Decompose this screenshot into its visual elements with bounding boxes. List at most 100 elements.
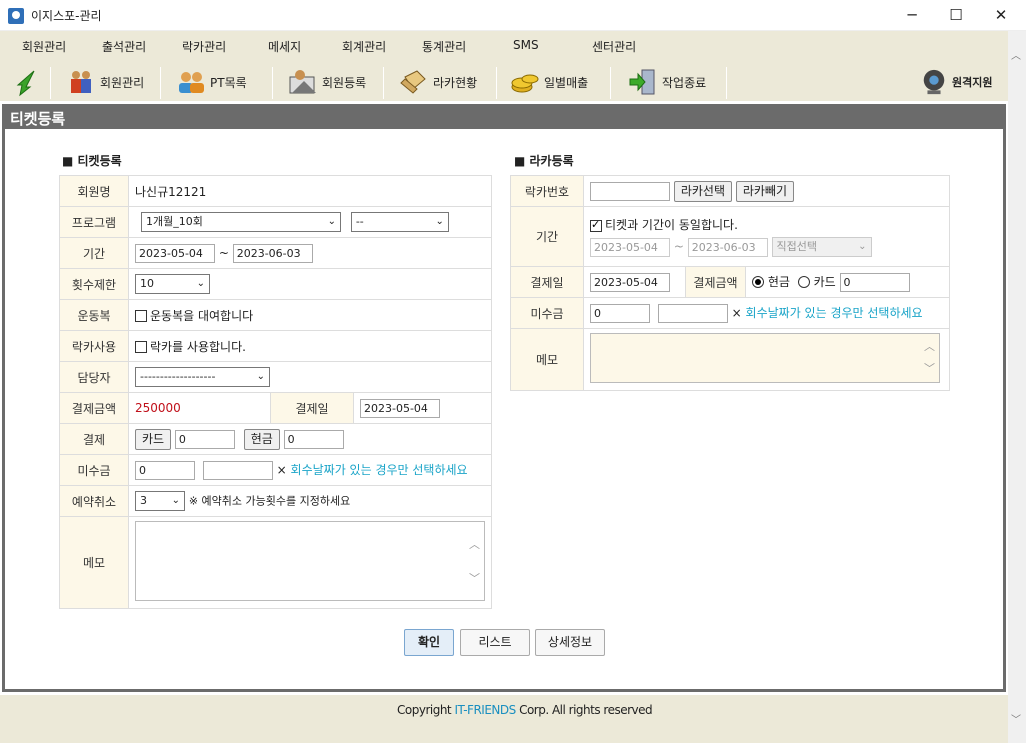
menu-message[interactable]: 메세지: [268, 38, 301, 55]
ticket-end-date[interactable]: 2023-06-03: [232, 243, 313, 263]
label-locker-memo: 메모: [510, 328, 584, 391]
remote-support-button[interactable]: 원격지원: [920, 65, 992, 99]
minimize-button[interactable]: ─: [897, 4, 927, 26]
unpaid-amount-input[interactable]: 0: [135, 460, 195, 480]
uniform-text: 운동복을 대여합니다: [150, 308, 254, 323]
menu-accounting[interactable]: 회계관리: [342, 38, 386, 55]
ticket-start-date[interactable]: 2023-05-04: [135, 243, 215, 263]
locker-unpaid-note: 회수날짜가 있는 경우만 선택하세요: [745, 305, 923, 320]
label-locker-unpaid: 미수금: [510, 297, 584, 329]
period-tilde: ~: [218, 245, 229, 260]
toolbar-separator: [50, 67, 51, 99]
cancel-note: ※ 예약취소 가능횟수를 지정하세요: [188, 494, 351, 508]
app-icon: [8, 8, 24, 24]
program-select-value: 1개월_10회: [146, 215, 203, 228]
memo-scroll-up-icon[interactable]: ︿: [469, 536, 480, 552]
vertical-scrollbar[interactable]: ︿ ﹀: [1008, 31, 1026, 743]
unpaid-clear-icon[interactable]: ×: [277, 463, 287, 477]
same-period-checkbox[interactable]: [590, 218, 602, 232]
row-locker-paydate: 결제일 2023-05-04 결제금액 현금 카드 0: [510, 266, 950, 298]
direct-select-value: 직접선택: [776, 240, 818, 253]
card-radio[interactable]: [797, 276, 810, 288]
menu-locker[interactable]: 락카관리: [182, 38, 226, 55]
menu-member[interactable]: 회원관리: [22, 38, 66, 55]
locker-unpaid-clear-icon[interactable]: ×: [732, 306, 742, 320]
chevron-down-icon: ⌄: [196, 278, 205, 289]
label-program: 프로그램: [59, 206, 129, 238]
scroll-up-icon[interactable]: ︿: [1011, 47, 1021, 62]
row-uniform: 운동복 운동복을 대여합니다: [59, 299, 492, 331]
program-select[interactable]: 1개월_10회 ⌄: [141, 212, 341, 232]
back-button[interactable]: [12, 65, 42, 99]
cancel-count-select[interactable]: 3 ⌄: [135, 491, 185, 511]
cash-button[interactable]: 현금: [243, 428, 280, 450]
program-sub-value: --: [355, 215, 364, 228]
list-button[interactable]: 리스트: [460, 629, 530, 656]
cancel-count-value: 3: [140, 494, 147, 507]
footer: Copyright IT-FRIENDS Corp. All rights re…: [0, 695, 1008, 743]
members-icon: [71, 71, 91, 93]
member-name: 나신규12121: [128, 175, 492, 207]
toolbar-separator: [610, 67, 611, 99]
locker-unpaid-date-input[interactable]: [657, 303, 728, 323]
locker-end-date[interactable]: 2023-06-03: [687, 237, 768, 257]
confirm-button[interactable]: 확인: [404, 629, 454, 656]
menu-center[interactable]: 센터관리: [592, 38, 636, 55]
same-period-text: 티켓과 기간이 동일합니다.: [605, 218, 738, 232]
card-button[interactable]: 카드: [135, 428, 172, 450]
memo-scroll-down-icon[interactable]: ﹀: [469, 570, 480, 586]
memo-scroll-up-icon[interactable]: ︿: [924, 338, 935, 354]
menu-bar: 회원관리 출석관리 락카관리 메세지 회계관리 통계관리 SMS 센터관리: [0, 31, 1008, 61]
ticket-memo-textarea[interactable]: ︿ ﹀: [135, 521, 485, 601]
panel-title: 티켓등록: [10, 110, 66, 128]
maximize-button[interactable]: ☐: [941, 4, 971, 26]
locker-remove-button[interactable]: 라카빼기: [735, 180, 794, 202]
program-sub-select[interactable]: -- ⌄: [350, 212, 449, 232]
toolbar-locker-status-button[interactable]: 라카현황: [399, 65, 477, 99]
row-period: 기간 2023-05-04 ~ 2023-06-03: [59, 237, 492, 269]
toolbar-separator: [726, 67, 727, 99]
menu-sms[interactable]: SMS: [513, 38, 539, 52]
locker-paydate[interactable]: 2023-05-04: [590, 272, 670, 292]
card-radio-label: 카드: [813, 274, 836, 289]
toolbar-pt-button[interactable]: PT목록: [176, 65, 247, 99]
locker-amount-input[interactable]: 0: [839, 272, 910, 292]
locker-checkbox[interactable]: [135, 341, 147, 353]
limit-select[interactable]: 10 ⌄: [135, 274, 210, 294]
manager-select[interactable]: ------------------- ⌄: [135, 367, 270, 387]
uniform-checkbox[interactable]: [135, 310, 147, 322]
ticket-paydate[interactable]: 2023-05-04: [360, 398, 440, 418]
toolbar-sales-button[interactable]: 일별매출: [510, 65, 588, 99]
locker-memo-textarea[interactable]: ︿ ﹀: [590, 333, 940, 383]
locker-select-button[interactable]: 라카선택: [673, 180, 732, 202]
label-cancel: 예약취소: [59, 485, 129, 517]
toolbar-member-button[interactable]: 회원관리: [66, 65, 144, 99]
cash-amount-input[interactable]: 0: [283, 429, 344, 449]
locker-unpaid-input[interactable]: 0: [590, 303, 650, 323]
label-paydate: 결제일: [270, 392, 354, 424]
copyright-suffix: Corp. All rights reserved: [515, 703, 653, 717]
direct-select[interactable]: 직접선택 ⌄: [771, 237, 872, 257]
menu-attendance[interactable]: 출석관리: [102, 38, 146, 55]
row-limit: 횟수제한 10 ⌄: [59, 268, 492, 300]
chevron-down-icon: ⌄: [858, 241, 867, 252]
label-manager: 담당자: [59, 361, 129, 393]
unpaid-date-input[interactable]: [202, 460, 273, 480]
label-memo: 메모: [59, 516, 129, 609]
locker-number-input[interactable]: [590, 181, 670, 201]
memo-scroll-down-icon[interactable]: ﹀: [924, 360, 935, 376]
scroll-down-icon[interactable]: ﹀: [1011, 711, 1021, 726]
locker-start-date[interactable]: 2023-05-04: [590, 237, 670, 257]
menu-statistics[interactable]: 통계관리: [422, 38, 466, 55]
row-manager: 담당자 ------------------- ⌄: [59, 361, 492, 393]
toolbar-exit-button[interactable]: 작업종료: [628, 65, 706, 99]
locker-text: 락카를 사용합니다.: [150, 339, 246, 354]
row-locker-unpaid: 미수금 0 × 회수날짜가 있는 경우만 선택하세요: [510, 297, 950, 329]
detail-button[interactable]: 상세정보: [535, 629, 605, 656]
label-locker-paydate: 결제일: [510, 266, 584, 298]
cash-radio[interactable]: [752, 276, 764, 288]
locker-form: 락카번호 라카선택 라카빼기 기간 티켓과 기간이 동일합니다. 2023-05…: [510, 175, 950, 391]
toolbar-register-button[interactable]: 회원등록: [288, 65, 366, 99]
close-button[interactable]: ✕: [986, 4, 1016, 26]
card-amount-input[interactable]: 0: [174, 429, 235, 449]
